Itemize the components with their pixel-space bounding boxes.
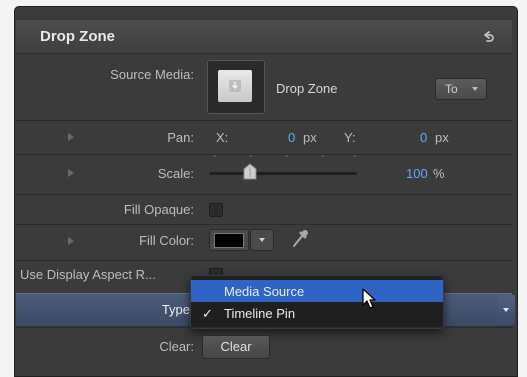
to-popup-button[interactable]: To [435, 78, 487, 100]
source-media-well[interactable] [207, 60, 265, 114]
fill-opaque-checkbox[interactable] [209, 203, 223, 217]
drop-zone-thumbnail-icon [218, 70, 252, 102]
mouse-cursor-icon [362, 288, 376, 309]
scale-slider-knob[interactable] [242, 163, 258, 181]
divider [16, 260, 512, 261]
chevron-down-icon [472, 87, 478, 91]
slider-tick [214, 155, 216, 157]
pan-y-label: Y: [344, 130, 356, 145]
slider-tick [250, 155, 252, 157]
pan-y-unit: px [435, 130, 449, 145]
reset-arrow-icon[interactable] [480, 29, 496, 45]
slider-tick [354, 155, 356, 157]
color-swatch [214, 233, 244, 248]
chevron-down-icon [259, 238, 265, 242]
clear-label: Clear: [159, 339, 194, 354]
fill-color-disclosure-icon[interactable] [68, 237, 74, 245]
pan-x-field[interactable]: 0 [288, 130, 295, 145]
menu-item-label: Media Source [224, 284, 305, 299]
slider-tick [286, 155, 288, 157]
divider [16, 120, 512, 121]
source-media-label: Source Media: [110, 67, 194, 82]
menu-item-label: Timeline Pin [224, 306, 296, 321]
clear-button[interactable]: Clear [202, 335, 270, 359]
divider [16, 194, 512, 195]
type-popup-button[interactable] [498, 295, 515, 325]
fill-color-popup-button[interactable] [250, 229, 274, 251]
section-header: Drop Zone [16, 20, 512, 54]
type-label: Type [161, 302, 190, 317]
divider [16, 327, 512, 328]
eyedropper-icon[interactable] [290, 227, 310, 249]
to-popup-label: To [445, 82, 458, 96]
pan-x-label: X: [216, 130, 229, 145]
divider [16, 154, 512, 155]
divider [16, 224, 512, 225]
scale-value-field[interactable]: 100 [406, 166, 428, 181]
checkmark-icon: ✓ [202, 306, 213, 321]
scale-slider-track[interactable] [209, 172, 357, 175]
pan-x-unit: px [303, 130, 317, 145]
pan-disclosure-icon[interactable] [68, 133, 74, 141]
scale-unit: % [433, 166, 445, 181]
menu-item-timeline-pin[interactable]: ✓ Timeline Pin [191, 302, 443, 324]
section-title: Drop Zone [40, 28, 115, 45]
pan-label: Pan: [167, 130, 194, 145]
menu-item-media-source[interactable]: Media Source [191, 280, 443, 302]
fill-color-well[interactable] [209, 229, 249, 251]
scale-disclosure-icon[interactable] [68, 169, 74, 177]
pan-y-field[interactable]: 0 [420, 130, 427, 145]
fill-opaque-label: Fill Opaque: [123, 202, 194, 217]
source-media-name: Drop Zone [276, 81, 338, 96]
type-dropdown-menu: Media Source ✓ Timeline Pin [190, 275, 444, 329]
fill-color-label: Fill Color: [139, 233, 194, 248]
slider-tick [322, 155, 324, 157]
chevron-down-icon [503, 308, 509, 312]
use-display-aspect-label: Use Display Aspect R... [20, 267, 156, 282]
scale-label: Scale: [157, 166, 194, 181]
